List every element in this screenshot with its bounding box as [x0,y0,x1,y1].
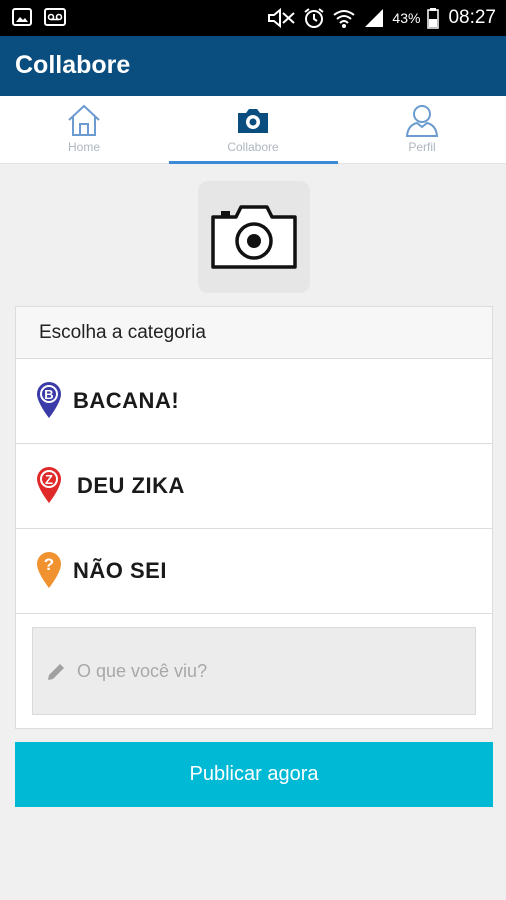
mute-icon [268,7,296,29]
bacana-pin-icon: B [37,382,61,418]
app-bar: Collabore [0,36,506,96]
gallery-icon [12,8,32,26]
tab-collabore-label: Collabore [227,140,279,154]
signal-icon [365,9,384,27]
svg-text:Z: Z [45,472,53,487]
category-label: BACANA! [73,388,180,413]
question-pin-icon: ? [37,552,61,588]
zika-pin-icon: Z [37,467,61,503]
category-label: NÃO SEI [73,558,167,583]
alarm-icon [304,8,325,28]
category-heading: Escolha a categoria [39,322,206,343]
home-icon [68,104,100,136]
svg-text:?: ? [44,555,54,574]
battery-percent: 43% [392,10,421,26]
person-icon [405,105,439,137]
category-header: Escolha a categoria [16,307,492,359]
app-title: Collabore [15,51,131,79]
tab-collabore[interactable]: Collabore [169,96,337,164]
clock: 08:27 [448,7,496,28]
publish-button[interactable]: Publicar agora [15,742,493,807]
comment-input[interactable] [77,658,467,684]
tab-home-label: Home [67,140,100,154]
category-option-nao-sei[interactable]: ? NÃO SEI [16,529,492,614]
svg-text:B: B [44,387,53,402]
comment-box[interactable] [32,627,476,715]
wifi-icon [333,10,356,28]
tab-home[interactable]: Home [0,96,168,164]
pencil-icon [48,664,64,680]
add-photo-button[interactable] [198,181,310,293]
selected-tab-indicator [169,161,338,164]
tab-perfil-label: Perfil [408,140,436,154]
voicemail-icon [44,8,66,26]
category-card: Escolha a categoria B BACANA! Z DEU ZIKA… [15,306,493,729]
camera-icon [211,205,297,269]
battery-icon [427,8,440,29]
camera-icon [238,109,268,133]
category-option-bacana[interactable]: B BACANA! [16,359,492,444]
category-option-deu-zika[interactable]: Z DEU ZIKA [16,444,492,529]
category-label: DEU ZIKA [77,473,185,498]
status-bar: 43% 08:27 [0,0,506,36]
tab-bar: Home Collabore Perfil [0,96,506,164]
tab-perfil[interactable]: Perfil [338,96,506,164]
